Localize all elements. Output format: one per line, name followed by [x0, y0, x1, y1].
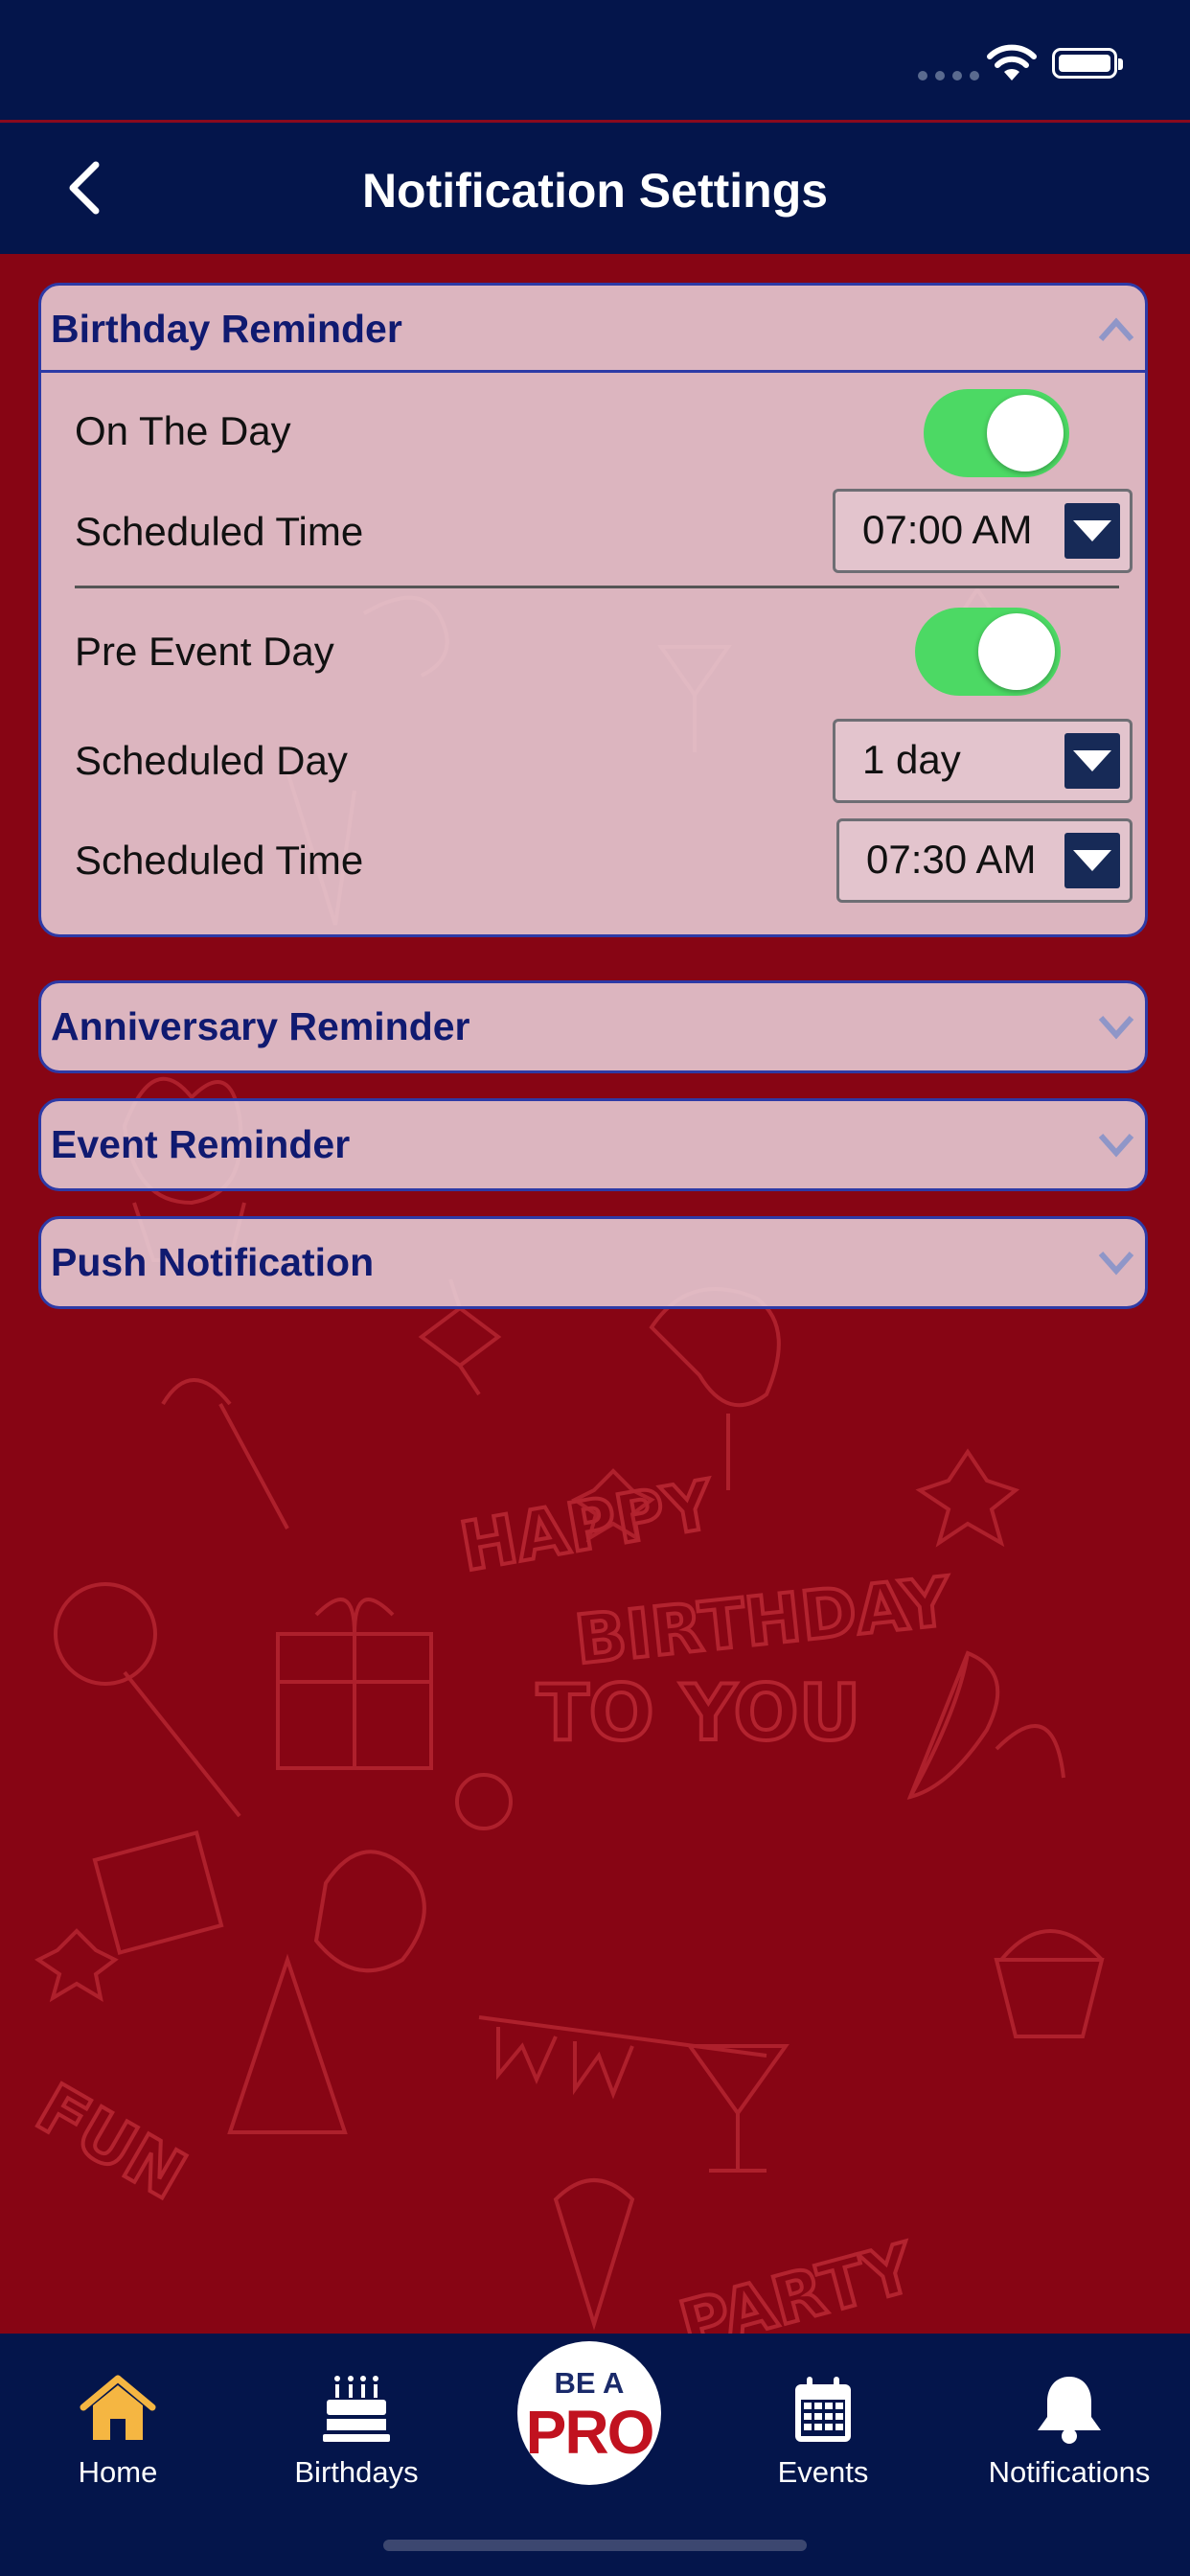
scheduled-day-picker[interactable]: 1 day	[833, 719, 1133, 803]
event-reminder-section[interactable]: Event Reminder	[38, 1098, 1148, 1191]
pre-event-day-label: Pre Event Day	[75, 629, 334, 674]
pre-event-day-toggle[interactable]	[915, 608, 1061, 696]
dropdown-arrow-icon	[1064, 833, 1120, 888]
page-title: Notification Settings	[361, 164, 829, 218]
tab-label: Birthdays	[294, 2455, 419, 2489]
scheduled-time-picker[interactable]: 07:00 AM	[833, 489, 1133, 573]
on-the-day-label: On The Day	[75, 408, 291, 453]
dropdown-arrow-icon	[1064, 733, 1120, 789]
nav-bar: Notification Settings	[0, 120, 1190, 254]
status-bar	[0, 0, 1190, 120]
pro-badge-line2: PRO	[525, 2398, 655, 2467]
bg-text-happy: HAPPY	[454, 1465, 721, 1587]
scheduled-time-value: 07:00 AM	[862, 507, 1033, 552]
chevron-down-icon[interactable]	[1097, 1130, 1135, 1159]
home-icon	[80, 2375, 156, 2440]
divider	[75, 586, 1119, 588]
scheduled-time-label: Scheduled Time	[75, 509, 364, 554]
on-the-day-toggle[interactable]	[924, 389, 1069, 477]
bg-text-to-you: TO YOU	[537, 1668, 860, 1758]
tab-events[interactable]: Events	[727, 2358, 919, 2490]
chevron-down-icon[interactable]	[1097, 1248, 1135, 1276]
section-title: Birthday Reminder	[51, 307, 402, 351]
be-a-pro-button[interactable]: BE A PRO	[517, 2341, 661, 2485]
home-indicator	[383, 2540, 807, 2551]
section-title: Event Reminder	[51, 1122, 351, 1166]
tab-home[interactable]: Home	[22, 2358, 214, 2490]
pre-scheduled-time-picker[interactable]: 07:30 AM	[836, 818, 1133, 903]
bg-text-party: PARTY	[672, 2228, 923, 2334]
tab-label: Home	[78, 2455, 158, 2489]
signal-icon	[918, 71, 979, 80]
bg-text-fun: FUN	[24, 2069, 198, 2216]
tab-label: Notifications	[988, 2455, 1151, 2489]
anniversary-reminder-section[interactable]: Anniversary Reminder	[38, 980, 1148, 1073]
section-title: Push Notification	[51, 1240, 375, 1284]
push-notification-section[interactable]: Push Notification	[38, 1216, 1148, 1309]
scheduled-day-value: 1 day	[862, 737, 961, 782]
cake-icon	[323, 2376, 390, 2442]
calendar-icon	[795, 2377, 851, 2442]
wifi-icon	[987, 44, 1037, 80]
chevron-up-icon[interactable]	[1097, 314, 1135, 343]
birthday-reminder-section: Birthday Reminder On The Day Scheduled T…	[38, 283, 1148, 937]
pro-badge-line1: BE A	[554, 2366, 625, 2400]
chevron-down-icon[interactable]	[1097, 1012, 1135, 1041]
battery-icon	[1052, 48, 1123, 79]
birthday-reminder-header[interactable]: Birthday Reminder	[41, 286, 1145, 373]
pre-scheduled-time-label: Scheduled Time	[75, 838, 364, 883]
scheduled-day-label: Scheduled Day	[75, 738, 348, 783]
bg-text-birthday: BIRTHDAY	[571, 1562, 954, 1680]
dropdown-arrow-icon	[1064, 503, 1120, 559]
section-title: Anniversary Reminder	[51, 1004, 470, 1048]
tab-label: Events	[777, 2455, 869, 2489]
bell-icon	[1038, 2377, 1101, 2444]
pre-scheduled-time-value: 07:30 AM	[866, 837, 1037, 882]
tab-notifications[interactable]: Notifications	[973, 2358, 1165, 2490]
tab-birthdays[interactable]: Birthdays	[261, 2358, 452, 2490]
